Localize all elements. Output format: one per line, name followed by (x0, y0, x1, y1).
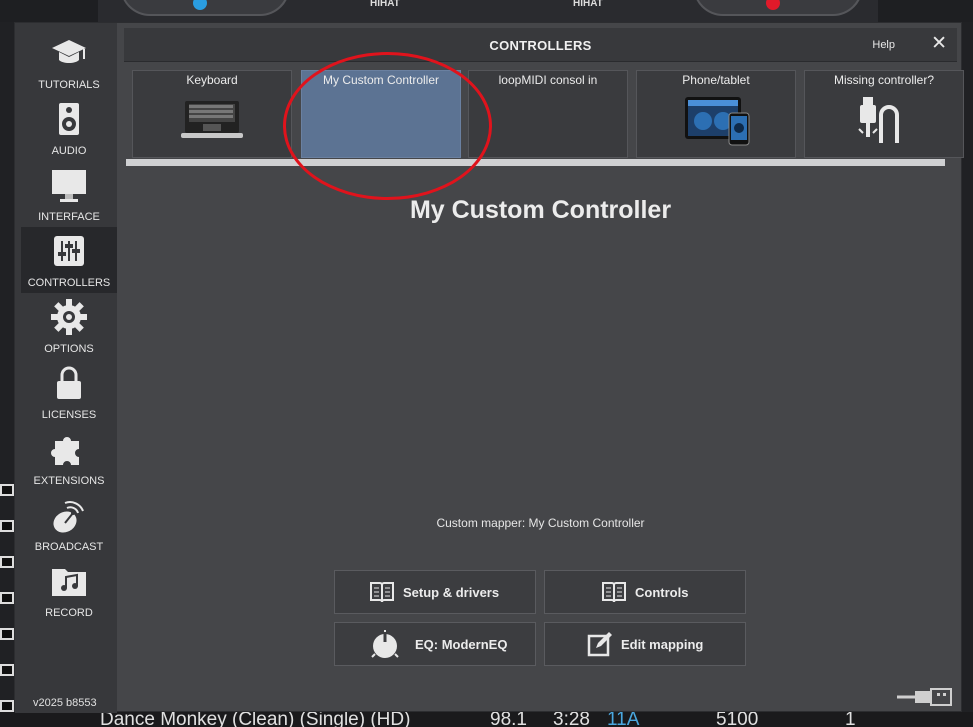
help-button[interactable]: Help (872, 39, 895, 51)
speaker-icon (59, 103, 79, 135)
browser-track-row[interactable]: Dance Monkey (Clean) (Single) (HD) 98.1 … (0, 712, 973, 727)
sidebar-item-label: LICENSES (41, 409, 97, 421)
tile-label: Phone/tablet (682, 73, 750, 87)
panel-titlebar: CONTROLLERS Help ✕ (124, 28, 957, 62)
book-icon (370, 582, 394, 603)
sidebar-item-label: INTERFACE (38, 211, 100, 223)
sidebar-item-label: BROADCAST (34, 541, 104, 553)
tile-phone-tablet[interactable]: Phone/tablet (636, 70, 796, 158)
sidebar-item-label: CONTROLLERS (27, 277, 111, 289)
button-label: Controls (635, 585, 689, 600)
puzzle-icon (51, 437, 79, 465)
track-icon (0, 484, 14, 496)
tile-loopmidi[interactable]: loopMIDI consol in (468, 70, 628, 158)
deck-strip: HIHAT HIHAT (98, 0, 878, 22)
sidebar-item-label: OPTIONS (44, 343, 94, 355)
sidebar-item-label: TUTORIALS (38, 79, 100, 91)
broadcast-icon (53, 501, 84, 533)
controls-button[interactable]: Controls (544, 570, 746, 614)
controller-tiles: Keyboard My Custom Controller loopMIDI c… (124, 65, 964, 166)
book-icon (602, 582, 626, 603)
controller-heading: My Custom Controller (409, 196, 672, 224)
sidebar-item-controllers[interactable]: CONTROLLERS (21, 227, 117, 293)
track-icon (0, 700, 14, 712)
track-icon (0, 664, 14, 676)
track-icon (0, 556, 14, 568)
track-col5: 5100 (716, 712, 759, 727)
graduation-cap-icon (52, 40, 86, 63)
sidebar-item-broadcast[interactable]: BROADCAST (21, 491, 117, 557)
tablet-phone-icon (685, 97, 750, 146)
eq-button[interactable]: EQ: ModernEQ (334, 622, 536, 666)
sidebar-item-extensions[interactable]: EXTENSIONS (21, 425, 117, 491)
music-folder-icon (52, 569, 86, 596)
sliders-icon (54, 236, 84, 266)
edit-icon (587, 632, 612, 657)
sidebar-item-options[interactable]: OPTIONS (21, 293, 117, 359)
gear-icon (51, 299, 87, 335)
panel-title: CONTROLLERS (489, 38, 592, 53)
track-key: 11A (607, 712, 640, 727)
sidebar-item-label: RECORD (45, 607, 93, 619)
track-icon (0, 628, 14, 640)
left-edge-strip (0, 22, 14, 727)
close-button[interactable]: ✕ (931, 34, 947, 54)
keyboard-icon (181, 101, 243, 138)
sidebar-item-label: AUDIO (51, 145, 87, 157)
sidebar-item-label: EXTENSIONS (33, 475, 105, 487)
monitor-icon (52, 170, 86, 202)
usb-cable-icon (858, 97, 899, 143)
setup-drivers-button[interactable]: Setup & drivers (334, 570, 536, 614)
sidebar-item-licenses[interactable]: LICENSES (21, 359, 117, 425)
sidebar-item-audio[interactable]: AUDIO (21, 95, 117, 161)
edit-mapping-button[interactable]: Edit mapping (544, 622, 746, 666)
track-length: 3:28 (553, 712, 590, 727)
knob-icon (371, 630, 399, 658)
track-title: Dance Monkey (Clean) (Single) (HD) (100, 712, 411, 727)
lock-icon (57, 366, 81, 399)
track-bpm: 98.1 (490, 712, 527, 727)
button-label: Edit mapping (621, 637, 704, 652)
tile-label: loopMIDI consol in (498, 73, 598, 87)
settings-sidebar: TUTORIALS AUDIO INTERFACE CONTROLLERS OP… (15, 23, 117, 713)
sidebar-item-record[interactable]: RECORD (21, 557, 117, 623)
version-label: v2025 b8553 (33, 697, 97, 709)
track-col6: 1 (845, 712, 856, 727)
track-icon (0, 592, 14, 604)
sidebar-item-tutorials[interactable]: TUTORIALS (21, 29, 117, 95)
button-label: Setup & drivers (403, 585, 500, 600)
tile-missing-controller[interactable]: Missing controller? (804, 70, 964, 158)
tile-label: Missing controller? (833, 73, 935, 87)
mapper-text: Custom mapper: My Custom Controller (436, 516, 645, 530)
tile-label: Keyboard (186, 73, 238, 87)
tile-keyboard[interactable]: Keyboard (132, 70, 292, 158)
annotation-circle (283, 52, 492, 200)
tiles-scrollbar[interactable] (126, 159, 945, 166)
controllers-panel: CONTROLLERS Help ✕ Keyboard My Custom Co… (124, 28, 964, 708)
sidebar-item-interface[interactable]: INTERFACE (21, 161, 117, 227)
deck-left-pad-label: HIHAT (370, 0, 400, 9)
track-icon (0, 520, 14, 532)
deck-right-pad-label: HIHAT (573, 0, 603, 9)
button-label: EQ: ModernEQ (415, 637, 508, 652)
usb-plug-icon (897, 688, 952, 706)
